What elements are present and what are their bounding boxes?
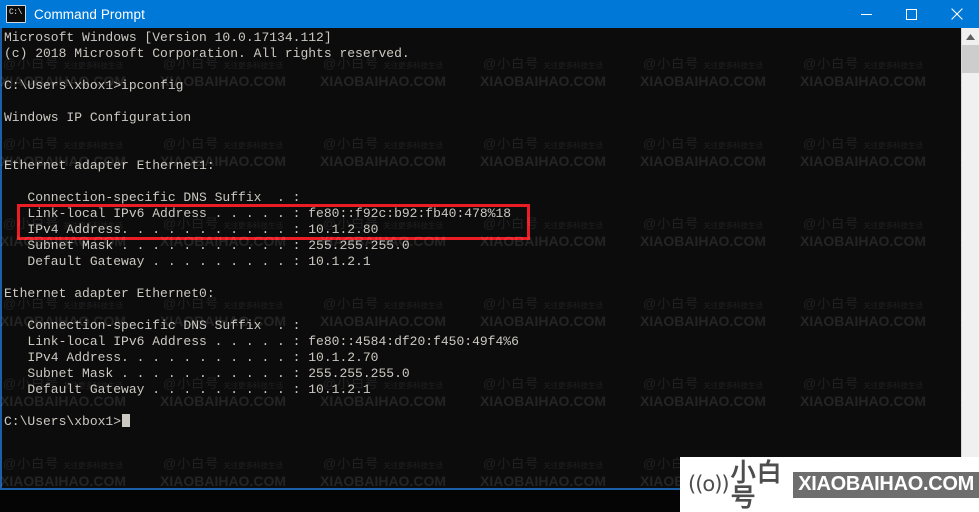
console-line: Connection-specific DNS Suffix . : xyxy=(4,190,301,205)
scroll-up-arrow-icon[interactable] xyxy=(962,28,979,45)
console-prompt-line[interactable]: C:\Users\xbox1> xyxy=(4,414,519,430)
maximize-button[interactable] xyxy=(889,0,934,28)
site-badge: ((o)) 小白号 XIAOBAIHAO.COM xyxy=(680,457,979,512)
console-line: Link-local IPv6 Address . . . . . : fe80… xyxy=(4,206,512,221)
console-output-area[interactable]: Microsoft Windows [Version 10.0.17134.11… xyxy=(0,28,979,490)
console-line: Link-local IPv6 Address . . . . . : fe80… xyxy=(4,334,519,349)
text-cursor xyxy=(122,414,131,427)
console-line: Default Gateway . . . . . . . . . : 10.1… xyxy=(4,382,371,397)
close-button[interactable] xyxy=(934,0,979,28)
badge-chinese-name: 小白号 xyxy=(730,457,783,512)
console-line: IPv4 Address. . . . . . . . . . . : 10.1… xyxy=(4,222,379,237)
command-prompt-window: Microsoft Windows [Version 10.0.17134.11… xyxy=(0,0,979,512)
title-bar[interactable]: C:\ Command Prompt xyxy=(0,0,979,28)
console-line: Subnet Mask . . . . . . . . . . . : 255.… xyxy=(4,366,410,381)
console-line: C:\Users\xbox1>ipconfig xyxy=(4,78,184,93)
console-line: Windows IP Configuration xyxy=(4,110,192,125)
console-icon-glyph: C:\ xyxy=(9,8,22,17)
window-title: Command Prompt xyxy=(34,6,145,22)
prompt-text: C:\Users\xbox1> xyxy=(4,414,122,429)
console-line: Connection-specific DNS Suffix . : xyxy=(4,318,301,333)
console-line: Ethernet adapter Ethernet1: xyxy=(4,158,215,173)
console-line: (c) 2018 Microsoft Corporation. All righ… xyxy=(4,46,410,61)
scrollbar-thumb[interactable] xyxy=(962,45,979,73)
badge-domain: XIAOBAIHAO.COM xyxy=(793,471,979,498)
minimize-button[interactable] xyxy=(844,0,889,28)
console-line: Ethernet adapter Ethernet0: xyxy=(4,286,215,301)
console-text: Microsoft Windows [Version 10.0.17134.11… xyxy=(4,30,519,430)
window-controls xyxy=(844,0,979,28)
vertical-scrollbar[interactable] xyxy=(961,28,979,490)
console-line: Microsoft Windows [Version 10.0.17134.11… xyxy=(4,30,332,45)
broadcast-wave-icon: ((o)) xyxy=(688,472,730,496)
console-line: Subnet Mask . . . . . . . . . . . : 255.… xyxy=(4,238,410,253)
console-line: Default Gateway . . . . . . . . . : 10.1… xyxy=(4,254,371,269)
console-line: IPv4 Address. . . . . . . . . . . : 10.1… xyxy=(4,350,379,365)
command-prompt-icon: C:\ xyxy=(6,5,26,23)
